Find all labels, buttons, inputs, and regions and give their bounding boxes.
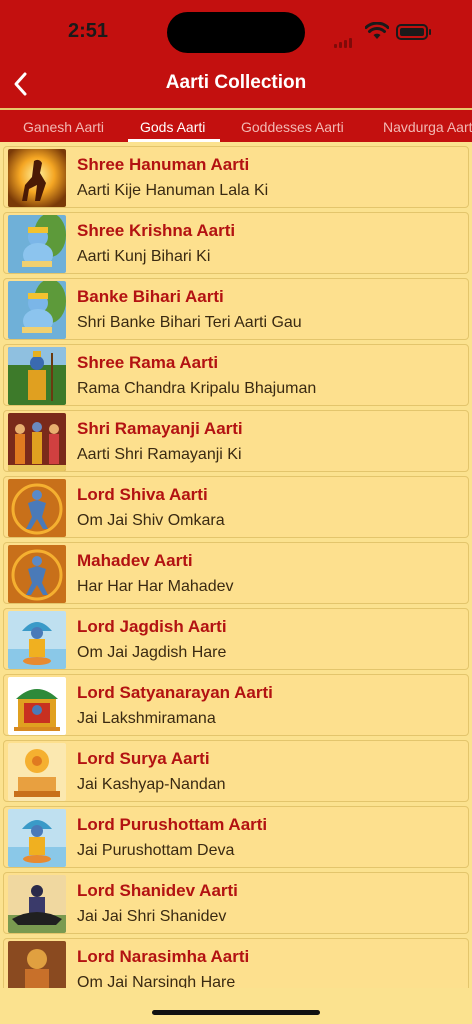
krishna-icon [8, 215, 66, 273]
item-title: Lord Surya Aarti [77, 749, 210, 768]
satyanarayan-icon [8, 677, 66, 735]
item-subtitle: Aarti Kunj Bihari Ki [77, 248, 211, 265]
item-subtitle: Rama Chandra Kripalu Bhajuman [77, 380, 317, 397]
tab-goddesses-aarti[interactable]: Goddesses Aarti [241, 110, 344, 142]
page-title: Aarti Collection [165, 72, 307, 93]
item-subtitle: Jai Kashyap-Nandan [77, 776, 226, 793]
item-title: Shree Rama Aarti [77, 353, 219, 372]
list-item[interactable]: Lord Jagdish Aarti Om Jai Jagdish Hare [3, 608, 469, 670]
home-indicator-area [0, 988, 472, 1024]
dynamic-island [167, 12, 305, 53]
app-header: 2:51 Aarti Collection [0, 0, 472, 108]
item-title: Mahadev Aarti [77, 551, 193, 570]
vishnu-icon [8, 611, 66, 669]
list-item[interactable]: Banke Bihari Aarti Shri Banke Bihari Ter… [3, 278, 469, 340]
shanidev-icon [8, 875, 66, 933]
item-subtitle: Har Har Har Mahadev [77, 578, 234, 595]
item-title: Lord Narasimha Aarti [77, 947, 250, 966]
item-title: Lord Shanidev Aarti [77, 881, 238, 900]
list-item[interactable]: Lord Surya Aarti Jai Kashyap-Nandan [3, 740, 469, 802]
item-title: Banke Bihari Aarti [77, 287, 224, 306]
active-tab-indicator [128, 139, 220, 142]
item-subtitle: Aarti Kije Hanuman Lala Ki [77, 182, 269, 199]
item-subtitle: Jai Jai Shri Shanidev [77, 908, 227, 925]
list-item[interactable]: Lord Shiva Aarti Om Jai Shiv Omkara [3, 476, 469, 538]
list-item[interactable]: Shree Hanuman Aarti Aarti Kije Hanuman L… [3, 146, 469, 208]
home-indicator[interactable] [152, 1010, 320, 1015]
hanuman-icon [8, 149, 66, 207]
item-title: Lord Jagdish Aarti [77, 617, 227, 636]
item-title: Shri Ramayanji Aarti [77, 419, 243, 438]
list-item[interactable]: Shri Ramayanji Aarti Aarti Shri Ramayanj… [3, 410, 469, 472]
shiva-icon [8, 545, 66, 603]
vishnu-icon [8, 809, 66, 867]
list-item[interactable]: Shree Krishna Aarti Aarti Kunj Bihari Ki [3, 212, 469, 274]
item-title: Lord Purushottam Aarti [77, 815, 268, 834]
list-item[interactable]: Mahadev Aarti Har Har Har Mahadev [3, 542, 469, 604]
shiva-icon [8, 479, 66, 537]
item-subtitle: Om Jai Jagdish Hare [77, 644, 227, 661]
tab-gods-aarti[interactable]: Gods Aarti [140, 110, 205, 142]
tab-navdurga-aarti[interactable]: Navdurga Aarti [383, 110, 472, 142]
list-item[interactable]: Shree Rama Aarti Rama Chandra Kripalu Bh… [3, 344, 469, 406]
rama-icon [8, 347, 66, 405]
item-subtitle: Shri Banke Bihari Teri Aarti Gau [77, 314, 302, 331]
tab-ganesh-aarti[interactable]: Ganesh Aarti [23, 110, 104, 142]
signal-icon [334, 30, 354, 48]
surya-icon [8, 743, 66, 801]
item-subtitle: Om Jai Shiv Omkara [77, 512, 225, 529]
item-subtitle: Jai Purushottam Deva [77, 842, 235, 859]
item-title: Shree Hanuman Aarti [77, 155, 250, 174]
list-item[interactable]: Lord Shanidev Aarti Jai Jai Shri Shanide… [3, 872, 469, 934]
list-item[interactable]: Lord Satyanarayan Aarti Jai Lakshmiraman… [3, 674, 469, 736]
item-subtitle: Jai Lakshmiramana [77, 710, 216, 727]
status-time: 2:51 [68, 20, 109, 42]
item-title: Lord Satyanarayan Aarti [77, 683, 273, 702]
ram-darbar-icon [8, 413, 66, 471]
battery-icon [396, 24, 431, 40]
item-title: Lord Shiva Aarti [77, 485, 208, 504]
status-bar: 2:51 [0, 0, 472, 62]
list-item[interactable]: Lord Purushottam Aarti Jai Purushottam D… [3, 806, 469, 868]
item-subtitle: Aarti Shri Ramayanji Ki [77, 446, 242, 463]
tab-bar: Ganesh Aarti Gods Aarti Goddesses Aarti … [0, 108, 472, 142]
item-title: Shree Krishna Aarti [77, 221, 236, 240]
krishna-icon [8, 281, 66, 339]
wifi-icon [364, 21, 390, 45]
